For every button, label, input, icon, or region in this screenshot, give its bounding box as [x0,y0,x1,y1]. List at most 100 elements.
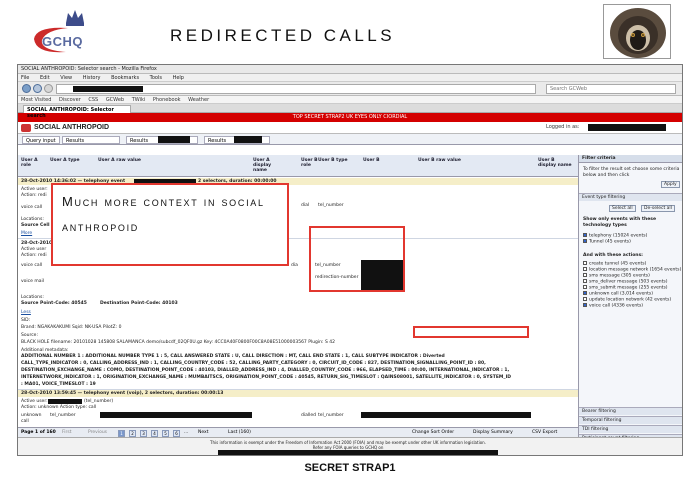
col-user-a-display[interactable]: User A display name [253,158,275,173]
bookmark-discover[interactable]: Discover [59,97,81,103]
slide: GCHQ REDIRECTED CALLS SOCIAL ANTHROPOID:… [0,0,700,495]
social-anthropoid-logo-icon [21,124,31,132]
metadata-line-4: INTERNETWORK_INDICATOR : 1, ORIGINATION_… [21,375,512,380]
page-2-button[interactable]: 2 [129,430,136,437]
menu-view[interactable]: View [60,75,72,81]
classification-footer: SECRET STRAP1 [304,462,396,474]
event-2-voice-mail: voice mail [21,279,44,284]
col-user-b-raw[interactable]: User B raw value [418,158,478,163]
col-user-a-role[interactable]: User A role [21,158,47,168]
filter-section-tdi[interactable]: TDI filtering [579,425,682,433]
status-bar: This information is exempt under the Fre… [18,437,682,455]
metadata-line-1: ADDITIONAL NUMBER 1 : ADDITIONAL NUMBER … [21,354,445,359]
apply-button[interactable]: Apply [661,181,680,188]
action-voice-call-checkbox[interactable]: voice call (4336 events) [583,303,643,309]
event-3-a-type: tel_number [50,413,76,418]
app-title: SOCIAL ANTHROPOID [34,124,110,131]
event-2-less-link[interactable]: Less [21,310,31,315]
pager-ellipsis: ... [184,430,189,435]
col-user-b-display[interactable]: User B display name [538,158,572,168]
event-3-action: Action: unknown Action type: call [21,405,97,410]
event-2-source-point: Source Point-Code: 40545 [21,301,87,306]
bookmark-twiki[interactable]: TWiki [132,97,146,103]
col-user-a-type[interactable]: User A type [50,158,86,163]
metadata-line-3: DESTINATION_EXCHANGE_NAME : COMO, DESTIN… [21,368,510,373]
number-redaction [100,412,252,418]
event-1-voice-call: voice call [21,205,43,210]
source-label: Source: [21,333,38,338]
username-redaction [588,124,666,131]
event-1-more-link[interactable]: More [21,231,32,236]
page-4-button[interactable]: 4 [151,430,158,437]
action-sms-submit-checkbox[interactable]: sms_submit message (255 events) [583,285,668,291]
page-5-button[interactable]: 5 [162,430,169,437]
action-update-location-checkbox[interactable]: update location network (42 events) [583,297,671,303]
result-tabs: Query input Results Results Results [18,134,682,145]
menu-bookmarks[interactable]: Bookmarks [111,75,139,81]
action-unknown-call-checkbox[interactable]: unknown call (3,014 events) [583,291,653,297]
bookmark-most-visited[interactable]: Most Visited [21,97,51,103]
event-3-header[interactable]: 28-Oct-2010 13:59:45 — telephony event (… [18,390,578,397]
action-sms-deliver-checkbox[interactable]: sms_deliver message (503 events) [583,279,668,285]
search-input[interactable]: Search GCWeb [546,84,676,94]
first-button[interactable]: First [62,430,71,435]
menu-file[interactable]: File [21,75,29,81]
col-user-b[interactable]: User B [363,158,393,163]
window-title: SOCIAL ANTHROPOID: Selector search - Moz… [18,65,682,74]
col-user-b-type[interactable]: User B type [318,158,358,163]
action-create-tunnel-checkbox[interactable]: create tunnel (45 events) [583,261,646,267]
page-6-button[interactable]: 6 [173,430,180,437]
gchq-logo: GCHQ [30,8,110,58]
tab-query-input[interactable]: Query input [22,136,60,144]
table-header: User A role User A type User A raw value… [18,155,578,177]
last-button[interactable]: Last (160) [228,430,251,435]
action-sms-message-checkbox[interactable]: sms message (305 events) [583,273,650,279]
browser-tab[interactable]: SOCIAL ANTHROPOID: Selector search [23,105,131,119]
bookmark-phonebook[interactable]: Phonebook [153,97,181,103]
event-2-header[interactable]: 28-Oct-2010 [21,241,52,246]
number-redaction [361,412,531,418]
menu-help[interactable]: Help [173,75,184,81]
redirection-number-highlight [309,226,405,292]
page-1-button[interactable]: 1 [118,430,125,437]
app-header: SOCIAL ANTHROPOID Logged in as: [18,122,682,134]
deselect-all-button[interactable]: De-select all [641,205,675,212]
event-3-a-role: unknown [21,413,42,418]
select-all-button[interactable]: Select all [609,205,636,212]
csv-export-button[interactable]: CSV Export [532,430,557,435]
bookmark-gcweb[interactable]: GCWeb [106,97,124,103]
metadata-line-2: CALL_TYPE_INDICATOR : 0, CALLING_ADDRESS… [21,361,486,366]
home-icon[interactable] [44,84,53,93]
menu-history[interactable]: History [83,75,101,81]
tab-redaction-3 [234,136,262,143]
next-button[interactable]: Next [198,430,208,435]
and-these-label: And with these actions: [583,253,643,258]
display-summary-button[interactable]: Display Summary [473,430,513,435]
menu-tools[interactable]: Tools [150,75,162,81]
classification-banner: TOP SECRET STRAP2 UK EYES ONLY CIORDIAL [18,113,682,122]
url-bar[interactable] [56,84,536,94]
page-3-button[interactable]: 3 [140,430,147,437]
url-redaction [73,86,143,92]
bookmark-weather[interactable]: Weather [188,97,209,103]
event-3-tel-label: (tel_number) [84,399,114,404]
gchq-logo-text: GCHQ [42,34,83,49]
col-user-a-raw[interactable]: User A raw value [98,158,158,163]
page-label: Page 1 of 160 [21,430,56,435]
filter-section-bearer[interactable]: Bearer filtering [579,407,682,415]
back-icon[interactable] [22,84,31,93]
action-location-message-checkbox[interactable]: location message network (1654 events) [583,267,681,273]
bookmark-css[interactable]: CSS [88,97,98,103]
event-3-a-role-2: call [21,419,29,424]
nav-bar: Search GCWeb [18,82,682,96]
tech-telephony-checkbox[interactable]: telephony (15024 events) [583,233,647,239]
forward-icon[interactable] [33,84,42,93]
menu-edit[interactable]: Edit [40,75,50,81]
tech-tunnel-checkbox[interactable]: Tunnel (45 events) [583,239,631,245]
filter-section-temporal[interactable]: Temporal filtering [579,416,682,424]
tab-results-1[interactable]: Results [62,136,120,144]
additional-metadata-label: Additional metadata: [21,348,69,353]
event-1-locations: Locations: [21,217,44,222]
change-sort-button[interactable]: Change Sort Order [412,430,454,435]
previous-button[interactable]: Previous [88,430,107,435]
